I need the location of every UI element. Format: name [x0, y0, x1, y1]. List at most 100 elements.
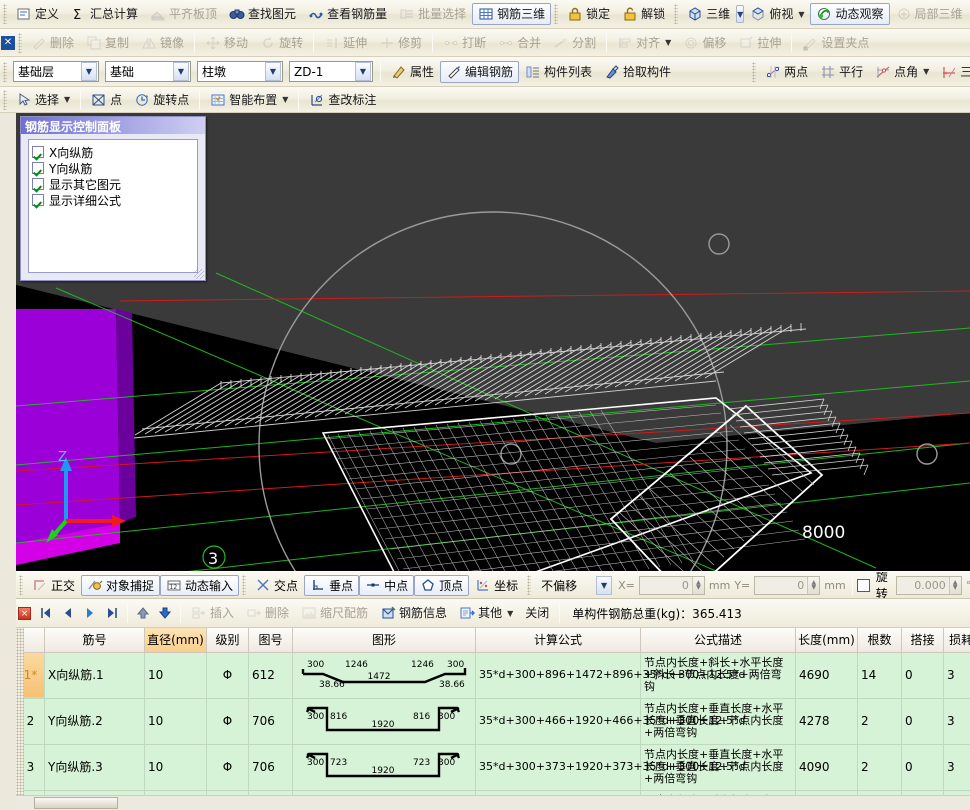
snap-toggle-coordinate[interactable]: 坐标 [469, 575, 524, 596]
toolbar-button-sigma[interactable]: Σ汇总计算 [65, 3, 144, 25]
rebar-display-option[interactable]: 显示其它图元 [32, 176, 194, 192]
count-cell[interactable]: 2 [858, 744, 902, 790]
snap-toggle-ortho[interactable]: 正交 [26, 575, 81, 596]
toolbar-button-define[interactable]: 定义 [10, 3, 65, 25]
close-rebar-table-button[interactable]: 关闭 [519, 602, 555, 624]
chevron-down-icon[interactable]: ▼ [596, 576, 612, 595]
diameter-cell[interactable]: 10 [145, 652, 207, 698]
toolbar-button-binoculars[interactable]: 查找图元 [223, 3, 302, 25]
loss-cell[interactable]: 3 [944, 744, 970, 790]
combo-category-select[interactable]: 基础▼ [105, 61, 191, 82]
toolbar-button-lock[interactable]: 锁定 [561, 3, 616, 25]
move-up-button[interactable] [132, 603, 154, 623]
toolbar-button-pick-component[interactable]: 拾取构件 [598, 61, 677, 83]
spinner-arrows[interactable]: ▲▼ [807, 577, 819, 594]
length-cell[interactable]: 4090 [796, 744, 858, 790]
toolbar-button-unlock[interactable]: 解锁 [616, 3, 671, 25]
chevron-down-icon[interactable]: ▼ [736, 5, 744, 23]
rebar-name-cell[interactable]: Y向纵筋.2 [45, 698, 145, 744]
snap-toggle-midpoint[interactable]: 中点 [359, 575, 414, 596]
toolbar-button-parallel[interactable]: 平行 [814, 61, 869, 83]
chevron-down-icon[interactable]: ▼ [665, 38, 671, 47]
combo-floor-select[interactable]: 基础层▼ [13, 61, 99, 82]
column-header-formula[interactable]: 计算公式 [476, 628, 641, 652]
column-header-loss[interactable]: 损耗(%) [944, 628, 970, 652]
x-offset-input[interactable]: 0▲▼ [639, 576, 705, 595]
toolbar-grip[interactable] [242, 575, 246, 595]
diameter-cell[interactable]: 10 [145, 698, 207, 744]
model-viewport[interactable]: 8000 3 Z 钢筋显示控制面板 X向纵筋Y向纵筋显示其它图元显示详细公式 [16, 113, 970, 571]
combo-component-select[interactable]: ZD-1▼ [289, 61, 373, 82]
column-header-figure[interactable]: 图形 [293, 628, 476, 652]
table-row[interactable]: 1*X向纵筋.110Φ61230038.6612461472124638.663… [17, 652, 970, 698]
spinner-arrows[interactable]: ▲▼ [949, 577, 961, 594]
column-header-grade[interactable]: 级别 [207, 628, 249, 652]
toolbar-button-property[interactable]: 属性 [385, 61, 440, 83]
snap-toggle-vertex[interactable]: 顶点 [414, 575, 469, 596]
toolbar-grip[interactable] [19, 575, 23, 595]
first-record-button[interactable] [35, 603, 57, 623]
grade-cell[interactable]: Φ [207, 652, 249, 698]
toolbar-grip[interactable] [554, 4, 558, 24]
horizontal-scrollbar[interactable] [16, 795, 970, 810]
scrollbar-thumb[interactable] [34, 797, 118, 809]
snap-toggle-osnap[interactable]: 对象捕捉 [81, 575, 160, 596]
move-down-button[interactable] [154, 603, 176, 623]
toolbar-grip[interactable] [3, 62, 7, 82]
toolbar-button-rotate-point[interactable]: 旋转点 [128, 89, 195, 111]
checkbox-1[interactable] [32, 146, 44, 158]
toolbar-button-view-rebar[interactable]: 查看钢筋量 [302, 3, 393, 25]
count-cell[interactable]: 14 [858, 652, 902, 698]
snap-toggle-perpendicular[interactable]: 垂点 [304, 575, 359, 596]
close-icon[interactable]: ✕ [1, 36, 15, 50]
next-record-button[interactable] [79, 603, 101, 623]
checkbox-2[interactable] [32, 162, 44, 174]
column-header-diameter[interactable]: 直径(mm) [145, 628, 207, 652]
toolbar-grip[interactable] [527, 575, 531, 595]
toolbar-button-edit-rebar[interactable]: 编辑钢筋 [440, 61, 519, 83]
toolbar-grip[interactable] [3, 90, 7, 110]
checkbox-4[interactable] [32, 194, 44, 206]
length-cell[interactable]: 4278 [796, 698, 858, 744]
column-header-count[interactable]: 根数 [858, 628, 902, 652]
figure-no-cell[interactable]: 706 [249, 744, 293, 790]
figure-cell[interactable]: 3008161920816300 [293, 698, 476, 744]
rebar-name-cell[interactable]: X向纵筋.1 [45, 652, 145, 698]
chevron-down-icon[interactable]: ▼ [355, 62, 371, 81]
chevron-down-icon[interactable]: ▼ [282, 95, 288, 104]
figure-no-cell[interactable]: 612 [249, 652, 293, 698]
count-cell[interactable]: 2 [858, 698, 902, 744]
formula-description-cell[interactable]: 节点内长度+垂直长度+水平长度+垂直长度+节点内长度+两倍弯钩 [641, 744, 796, 790]
table-row[interactable]: 2 Y向纵筋.210Φ706300816192081630035*d+300+46… [17, 698, 970, 744]
figure-cell[interactable]: 3007231920723300 [293, 744, 476, 790]
loss-cell[interactable]: 3 [944, 698, 970, 744]
rotate-input[interactable]: 0.000▲▼ [896, 576, 962, 595]
combo-component-type-select[interactable]: 柱墩▼ [197, 61, 283, 82]
toolbar-button-point[interactable]: 点 [85, 89, 128, 111]
column-header-figno[interactable]: 图号 [249, 628, 293, 652]
toolbar-grip[interactable] [18, 33, 22, 53]
rebar-display-option[interactable]: X向纵筋 [32, 144, 194, 160]
formula-cell[interactable]: 35*d+300+896+1472+896+35*d+300+12.5*d [476, 652, 641, 698]
chevron-down-icon[interactable]: ▼ [507, 609, 513, 618]
formula-cell[interactable]: 35*d+300+466+1920+466+35*d+300+12.5*d [476, 698, 641, 744]
column-header-lap[interactable]: 搭接 [902, 628, 944, 652]
grade-cell[interactable]: Φ [207, 698, 249, 744]
toolbar-button-two-point[interactable]: 两点 [759, 61, 814, 83]
rebar-display-option[interactable]: Y向纵筋 [32, 160, 194, 176]
prev-record-button[interactable] [57, 603, 79, 623]
y-offset-input[interactable]: 0▲▼ [754, 576, 820, 595]
toolbar-grip[interactable] [3, 4, 7, 24]
length-cell[interactable]: 4690 [796, 652, 858, 698]
close-table-button[interactable]: × [18, 607, 31, 620]
toolbar-button-topview[interactable]: 俯视▼ [744, 3, 810, 25]
snap-toggle-dyninput[interactable]: 12动态输入 [160, 575, 239, 596]
combo-offset-mode[interactable]: 不偏移▼ [537, 575, 613, 596]
last-record-button[interactable] [101, 603, 123, 623]
chevron-down-icon[interactable]: ▼ [798, 10, 804, 19]
grade-cell[interactable]: Φ [207, 744, 249, 790]
figure-cell[interactable]: 30038.6612461472124638.66300 [293, 652, 476, 698]
toolbar-button-cube[interactable]: 三维 [681, 3, 736, 25]
checkbox-3[interactable] [32, 178, 44, 190]
figure-no-cell[interactable]: 706 [249, 698, 293, 744]
